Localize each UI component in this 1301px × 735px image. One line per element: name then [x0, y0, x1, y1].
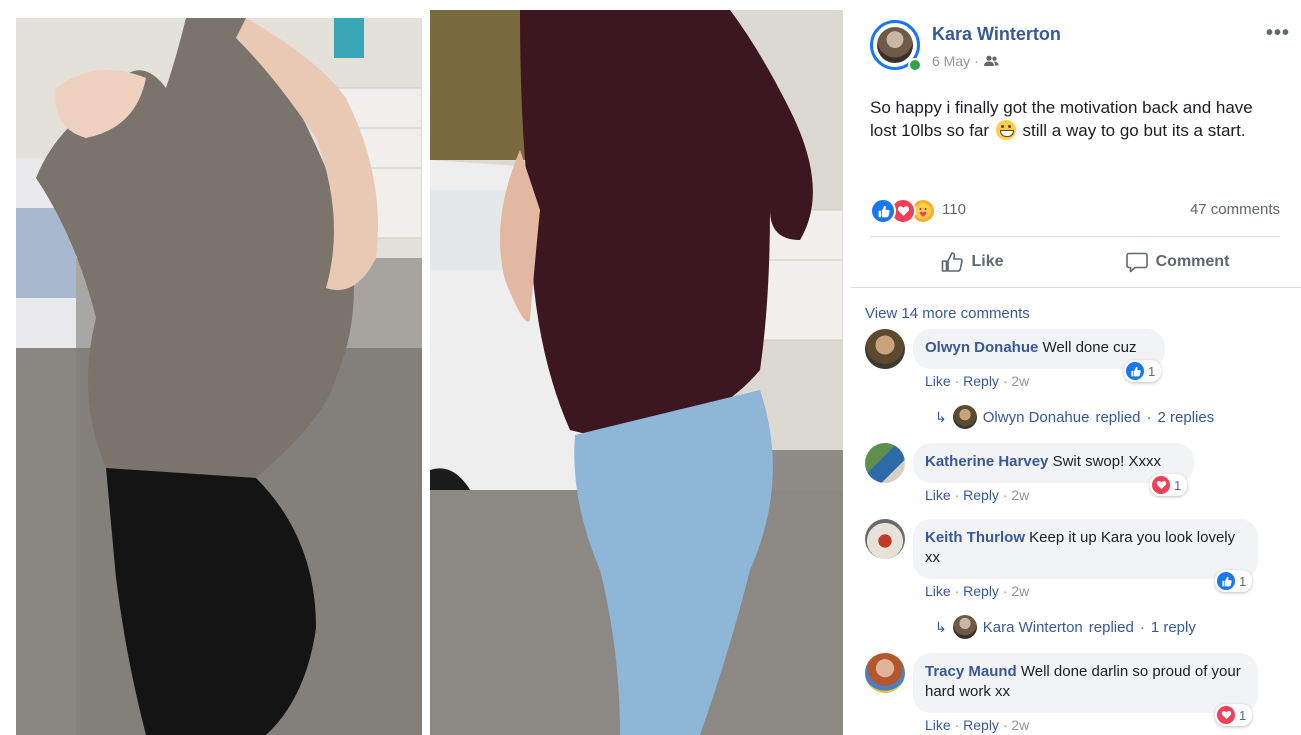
- comment-reply-link[interactable]: Reply: [963, 583, 999, 599]
- photo-viewer: [0, 0, 851, 735]
- comment-reaction-count: 1: [1174, 477, 1182, 493]
- comment-like-link[interactable]: Like: [925, 717, 951, 733]
- comment-like-link[interactable]: Like: [925, 583, 951, 599]
- view-more-comments-link[interactable]: View 14 more comments: [865, 305, 1030, 322]
- comment-time[interactable]: 2w: [1011, 487, 1029, 503]
- comment-reaction-badge[interactable]: 1: [1124, 360, 1162, 382]
- comment-time[interactable]: 2w: [1011, 373, 1029, 389]
- comment-reply-link[interactable]: Reply: [963, 487, 999, 503]
- grinning-face-icon: [995, 120, 1016, 140]
- post-options-button[interactable]: •••: [1266, 22, 1290, 45]
- comment-reaction-count: 1: [1148, 363, 1156, 379]
- comments-count[interactable]: 47 comments: [1190, 201, 1280, 218]
- reactions-summary: 110 47 comments: [870, 197, 1280, 224]
- like-button-label: Like: [971, 253, 1004, 270]
- post-date[interactable]: 6 May: [932, 53, 970, 69]
- replied-label: replied: [1088, 618, 1134, 636]
- comment-actions: Like · Reply · 2w: [925, 373, 1030, 389]
- replier-name: Olwyn Donahue: [982, 408, 1090, 426]
- replier-avatar: [952, 615, 977, 639]
- comment-reaction-badge[interactable]: 1: [1215, 704, 1253, 726]
- comment-reaction-count: 1: [1239, 707, 1247, 723]
- love-icon: [1152, 476, 1170, 494]
- friends-icon: [983, 55, 999, 66]
- comment-like-link[interactable]: Like: [925, 487, 951, 503]
- post-text-end: still a way to go but its a start.: [1022, 121, 1246, 140]
- like-icon: [870, 198, 896, 224]
- commenter-avatar[interactable]: [865, 519, 905, 559]
- replies-link[interactable]: ↳ Olwyn Donahue replied · 2 replies: [935, 405, 1214, 429]
- comment-actions: Like · Reply · 2w: [925, 487, 1030, 503]
- after-photo-image: [430, 10, 843, 735]
- post-actions: Like Comment: [870, 240, 1280, 284]
- comment-bubble: Keith Thurlow Keep it up Kara you look l…: [913, 519, 1258, 579]
- meta-separator: ·: [974, 53, 979, 69]
- commenter-name[interactable]: Keith Thurlow: [925, 529, 1025, 546]
- replies-count: 1 reply: [1150, 618, 1196, 636]
- comment-reaction-badge[interactable]: 1: [1150, 474, 1188, 496]
- commenter-name[interactable]: Olwyn Donahue: [925, 339, 1038, 356]
- commenter-avatar[interactable]: [865, 443, 905, 483]
- commenter-avatar[interactable]: [865, 653, 905, 693]
- comment-button[interactable]: Comment: [1075, 240, 1280, 284]
- replier-avatar: [952, 405, 977, 429]
- comment-reaction-badge[interactable]: 1: [1215, 570, 1253, 592]
- post-meta: 6 May ·: [932, 53, 999, 69]
- like-button[interactable]: Like: [870, 240, 1075, 284]
- comment-text: Swit swop! Xxxx: [1052, 453, 1161, 470]
- replied-label: replied: [1095, 408, 1141, 426]
- comment-icon: [1125, 252, 1148, 272]
- comment-actions: Like · Reply · 2w: [925, 717, 1030, 733]
- reactions-count[interactable]: 110: [942, 201, 966, 218]
- comment-reaction-count: 1: [1239, 573, 1247, 589]
- commenter-name[interactable]: Tracy Maund: [925, 663, 1017, 680]
- replies-link[interactable]: ↳ Kara Winterton replied · 1 reply: [935, 615, 1196, 639]
- comment-time[interactable]: 2w: [1011, 583, 1029, 599]
- comment-button-label: Comment: [1155, 253, 1230, 270]
- replies-count: 2 replies: [1157, 408, 1215, 426]
- reaction-icons[interactable]: [870, 198, 942, 224]
- reply-separator: ·: [1146, 408, 1152, 426]
- post-panel: Kara Winterton 6 May · ••• So happy i fi…: [851, 0, 1301, 735]
- like-icon: [1217, 572, 1235, 590]
- before-photo-image: [16, 18, 422, 735]
- online-status-icon: [908, 58, 922, 72]
- comments-divider: [851, 287, 1301, 288]
- comment-bubble: Tracy Maund Well done darlin so proud of…: [913, 653, 1258, 713]
- post-text: So happy i finally got the motivation ba…: [870, 96, 1280, 142]
- love-icon: [1217, 706, 1235, 724]
- comment-time[interactable]: 2w: [1011, 717, 1029, 733]
- reply-separator: ·: [1139, 618, 1145, 636]
- comment-item: Katherine Harvey Swit swop! Xxxx 1 Like …: [865, 443, 1285, 513]
- comment-item: Tracy Maund Well done darlin so proud of…: [865, 653, 1285, 735]
- comment-item: Keith Thurlow Keep it up Kara you look l…: [865, 519, 1285, 609]
- comment-text: Well done cuz: [1042, 339, 1137, 356]
- post-header: Kara Winterton 6 May · •••: [870, 20, 1290, 76]
- comment-like-link[interactable]: Like: [925, 373, 951, 389]
- comment-actions: Like · Reply · 2w: [925, 583, 1030, 599]
- commenter-avatar[interactable]: [865, 329, 905, 369]
- thumbs-up-icon: [942, 252, 964, 272]
- post-author[interactable]: Kara Winterton: [932, 24, 1061, 45]
- commenter-name[interactable]: Katherine Harvey: [925, 453, 1048, 470]
- comment-reply-link[interactable]: Reply: [963, 373, 999, 389]
- comment-reply-link[interactable]: Reply: [963, 717, 999, 733]
- reply-arrow-icon: ↳: [935, 408, 947, 425]
- like-icon: [1126, 362, 1144, 380]
- after-photo[interactable]: [430, 10, 843, 735]
- before-photo[interactable]: [16, 18, 422, 735]
- reply-arrow-icon: ↳: [935, 618, 947, 635]
- actions-divider: [870, 236, 1280, 237]
- replier-name: Kara Winterton: [982, 618, 1083, 636]
